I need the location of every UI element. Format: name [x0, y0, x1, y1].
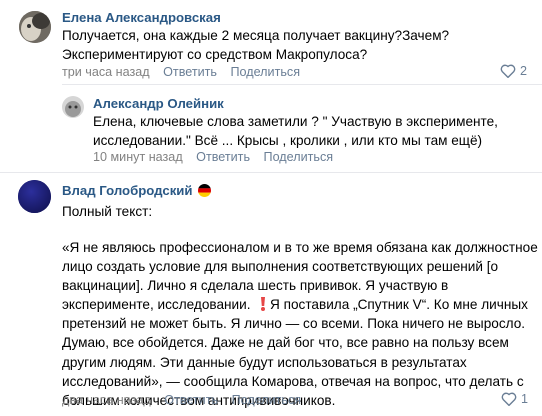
divider [62, 84, 542, 85]
comment-line: эксперименте, исследовании. Я поставила … [62, 295, 538, 314]
comment-line: исследований», — сообщила Комарова, отве… [62, 373, 524, 389]
share-button[interactable]: Поделиться [264, 150, 334, 164]
comment-text: Елена, ключевые слова заметили ? " Участ… [93, 112, 498, 150]
comment-line: лицо создать условие для выполнения соот… [62, 259, 499, 275]
comment-line: исследовании." Всё ... Крысы , кролики ,… [93, 133, 483, 148]
cat-avatar-icon [62, 96, 84, 118]
like-count: 1 [521, 392, 529, 406]
comment-meta: два часа назад Ответить Поделиться [62, 393, 311, 407]
comment-line: «Я не являюсь профессионалом и в то же в… [62, 240, 538, 255]
comment-text: «Я не являюсь профессионалом и в то же в… [62, 238, 538, 410]
like-button[interactable]: 2 [500, 64, 528, 79]
timestamp[interactable]: три часа назад [62, 65, 150, 79]
comment-line: другим людям. Эти данные будут использов… [62, 354, 467, 370]
avatar-elena[interactable] [19, 11, 51, 43]
cat-avatar-icon [19, 11, 51, 43]
author-name[interactable]: Александр Олейник [93, 96, 224, 111]
comment-line: Экспериментируют со средством Макропулос… [62, 47, 368, 62]
timestamp[interactable]: два часа назад [62, 393, 151, 407]
author-block: Влад Голобродский [62, 183, 212, 198]
exclamation-icon [260, 297, 266, 312]
comment-line-part: Я поставила „Спутник V“. Ко мне личных [266, 297, 528, 313]
reply-button[interactable]: Ответить [196, 150, 250, 164]
germany-flag-icon [198, 184, 212, 197]
comment-line: Получается, она каждые 2 месяца получает… [62, 28, 450, 43]
heart-icon [501, 392, 517, 407]
share-button[interactable]: Поделиться [232, 393, 302, 407]
like-count: 2 [520, 64, 528, 78]
comment-text: Получается, она каждые 2 месяца получает… [62, 26, 449, 64]
divider [0, 172, 542, 173]
heart-icon [500, 64, 516, 79]
timestamp[interactable]: 10 минут назад [93, 150, 183, 164]
author-name[interactable]: Влад Голобродский [62, 183, 193, 198]
author-name[interactable]: Елена Александровская [62, 10, 221, 25]
reply-button[interactable]: Ответить [164, 393, 218, 407]
share-button[interactable]: Поделиться [230, 65, 300, 79]
comment-line: претензий не может быть. Я лично — со вс… [62, 316, 526, 332]
like-button[interactable]: 1 [501, 392, 529, 407]
comment-meta: три часа назад Ответить Поделиться [62, 65, 310, 79]
comment-line: Думаю, все обойдется. Даже не дай бог чт… [62, 335, 509, 351]
avatar-oleinik[interactable] [62, 96, 84, 118]
reply-button[interactable]: Ответить [163, 65, 217, 79]
comment-line: вакцинации]. Лично я сделала шесть приви… [62, 278, 449, 294]
blue-avatar-icon [18, 180, 51, 213]
comment-line-part: эксперименте, исследовании. [62, 297, 251, 313]
comment-meta: 10 минут назад Ответить Поделиться [93, 150, 343, 164]
comment-line: Елена, ключевые слова заметили ? " Участ… [93, 114, 498, 129]
comment-intro: Полный текст: [62, 204, 153, 219]
avatar-vlad[interactable] [18, 180, 51, 213]
